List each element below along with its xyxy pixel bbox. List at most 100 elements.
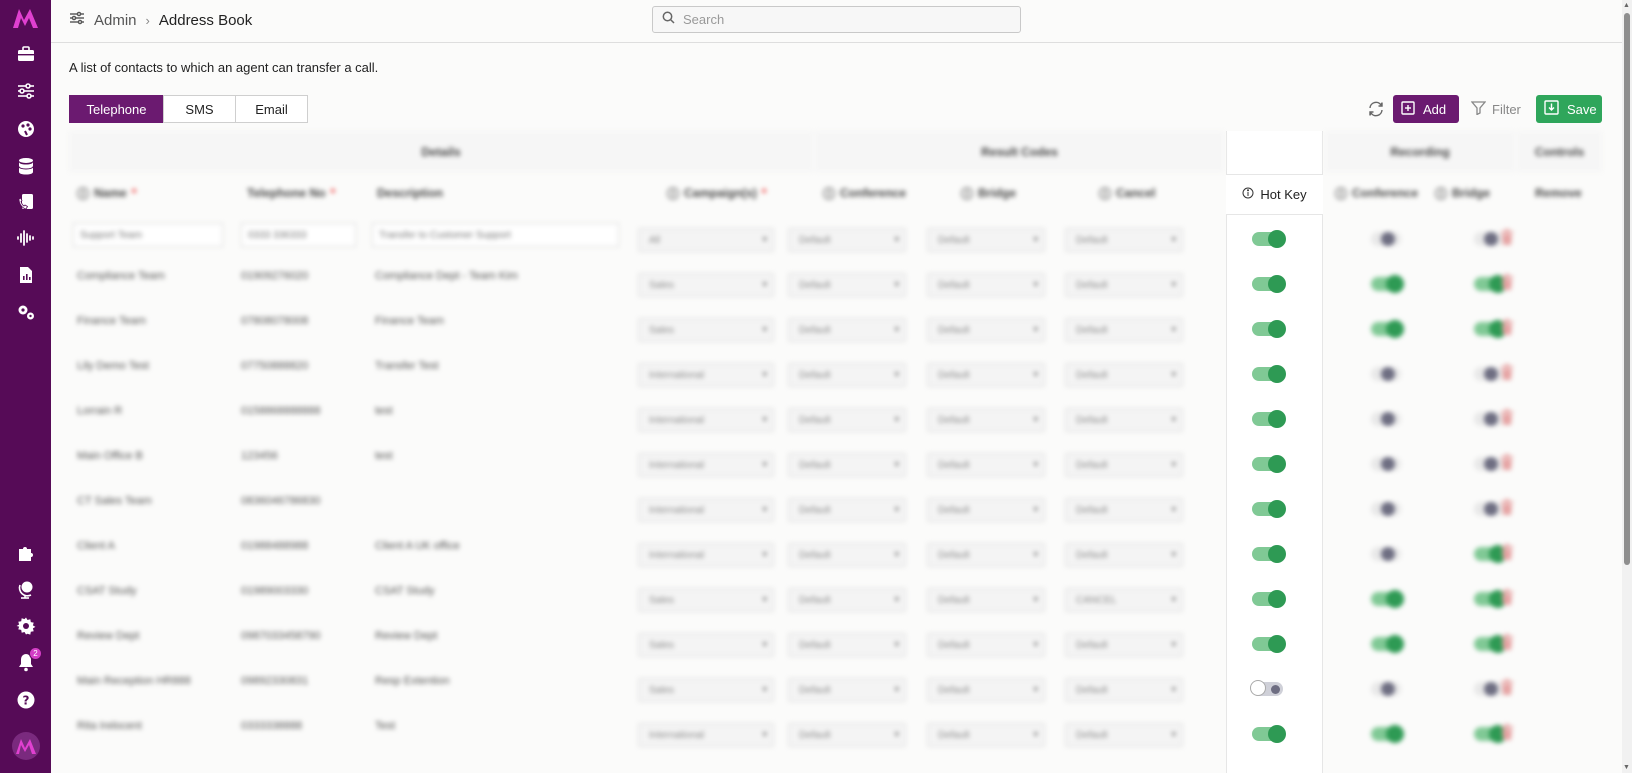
description-cell[interactable]: test [375,434,393,478]
search-box[interactable] [652,6,1021,33]
description-cell[interactable]: test [375,389,393,433]
name-cell[interactable]: Review Dept [77,614,139,658]
hot-key-toggle[interactable] [1252,365,1286,383]
bridge-select[interactable]: Default [927,543,1045,567]
save-button[interactable]: Save [1536,95,1602,123]
campaign-select[interactable]: All [638,228,774,252]
telephone-cell[interactable]: 0158868888888 [241,389,321,433]
description-cell[interactable]: Test [375,704,395,748]
name-cell[interactable]: Main Office B [77,434,143,478]
hot-key-toggle[interactable] [1252,725,1286,743]
vertical-scrollbar[interactable]: ▲ ▼ [1622,0,1632,773]
col-conference[interactable]: ⓘ Conference [815,174,950,212]
telephone-cell[interactable]: 0987033458790 [241,614,321,658]
bridge-select[interactable]: Default [927,723,1045,747]
delete-icon[interactable] [1500,453,1514,471]
bridge-select[interactable]: Default [927,363,1045,387]
conference-select[interactable]: Default [788,498,906,522]
delete-icon[interactable] [1500,723,1514,741]
recording-conference-toggle[interactable] [1371,590,1404,608]
delete-icon[interactable] [1500,678,1514,696]
delete-icon[interactable] [1500,273,1514,291]
recording-conference-toggle[interactable] [1371,412,1401,426]
bridge-select[interactable]: Default [927,228,1045,252]
delete-icon[interactable] [1500,408,1514,426]
campaign-select[interactable]: Sales [638,318,774,342]
campaign-select[interactable]: Sales [638,678,774,702]
conference-select[interactable]: Default [788,453,906,477]
cancel-select[interactable]: Default [1065,318,1183,342]
puzzle-icon[interactable] [0,535,51,571]
tab-telephone[interactable]: Telephone [69,95,164,123]
scroll-up-arrow-icon[interactable]: ▲ [1623,2,1630,9]
hot-key-toggle[interactable] [1252,500,1286,518]
recording-conference-toggle[interactable] [1371,547,1401,561]
description-cell[interactable]: Review Dept [375,614,437,658]
delete-icon[interactable] [1500,318,1514,336]
bridge-select[interactable]: Default [927,633,1045,657]
conference-select[interactable]: Default [788,318,906,342]
description-cell[interactable]: Client A UK office [375,524,460,568]
bridge-select[interactable]: Default [927,678,1045,702]
hot-key-toggle[interactable] [1250,680,1283,696]
campaign-select[interactable]: International [638,363,774,387]
telephone-cell[interactable]: 01989003330 [241,569,308,613]
refresh-icon[interactable] [1366,99,1386,119]
hot-key-toggle[interactable] [1252,590,1286,608]
tab-sms[interactable]: SMS [163,95,236,123]
col-campaign[interactable]: ⓘ Campaign(s) * [659,174,809,212]
telephone-cell[interactable]: 01988488988 [241,524,308,568]
telephone-cell[interactable]: 0333338888 [241,704,302,748]
hot-key-toggle[interactable] [1252,275,1286,293]
globe-icon[interactable] [0,571,51,607]
bell-icon[interactable]: 2 [0,644,51,680]
cancel-select[interactable]: Default [1065,453,1183,477]
delete-icon[interactable] [1500,228,1514,246]
name-cell[interactable]: CSAT Study [77,569,137,613]
phone-book-icon[interactable] [0,184,51,220]
cancel-select[interactable]: Default [1065,723,1183,747]
campaign-select[interactable]: Sales [638,273,774,297]
conference-select[interactable]: Default [788,363,906,387]
recording-conference-toggle[interactable] [1371,635,1404,653]
description-cell[interactable]: Transfer Test [375,344,439,388]
cancel-select[interactable]: Default [1065,498,1183,522]
campaign-select[interactable]: Sales [638,633,774,657]
recording-conference-toggle[interactable] [1371,275,1404,293]
recording-conference-toggle[interactable] [1371,682,1401,696]
recording-conference-toggle[interactable] [1371,725,1404,743]
hot-key-toggle[interactable] [1252,320,1286,338]
telephone-input[interactable]: 0333 336333 [241,223,356,247]
recording-conference-toggle[interactable] [1371,320,1404,338]
campaign-select[interactable]: International [638,543,774,567]
telephone-cell[interactable]: 07750888820 [241,344,308,388]
brand-logo[interactable] [8,3,43,33]
description-cell[interactable]: CSAT Study [375,569,435,613]
settings-icon[interactable] [0,608,51,644]
cancel-select[interactable]: Default [1065,543,1183,567]
name-cell[interactable]: Lily Demo Test [77,344,149,388]
hot-key-toggle[interactable] [1252,635,1286,653]
bridge-select[interactable]: Default [927,498,1045,522]
database-icon[interactable] [0,148,51,184]
name-cell[interactable]: CT Sales Team [77,479,152,523]
cancel-select[interactable]: Default [1065,678,1183,702]
tab-email[interactable]: Email [235,95,308,123]
recording-conference-toggle[interactable] [1371,457,1401,471]
delete-icon[interactable] [1500,543,1514,561]
col-telephone[interactable]: Telephone No * [239,174,369,212]
cancel-select[interactable]: Default [1065,273,1183,297]
gears-icon[interactable] [0,294,51,330]
col-description[interactable]: Description [369,174,639,212]
cancel-select[interactable]: Default [1065,408,1183,432]
waveform-icon[interactable] [0,220,51,256]
col-name[interactable]: ⓘ Name * [69,174,239,212]
campaign-select[interactable]: Sales [638,588,774,612]
help-icon[interactable]: ? [0,682,51,718]
hot-key-toggle[interactable] [1252,230,1286,248]
recording-conference-toggle[interactable] [1371,367,1401,381]
cancel-select[interactable]: Default [1065,633,1183,657]
user-avatar-logo[interactable] [8,731,43,761]
col-rec-bridge[interactable]: ⓘ Bridge [1427,174,1517,212]
cancel-select[interactable]: Default [1065,363,1183,387]
